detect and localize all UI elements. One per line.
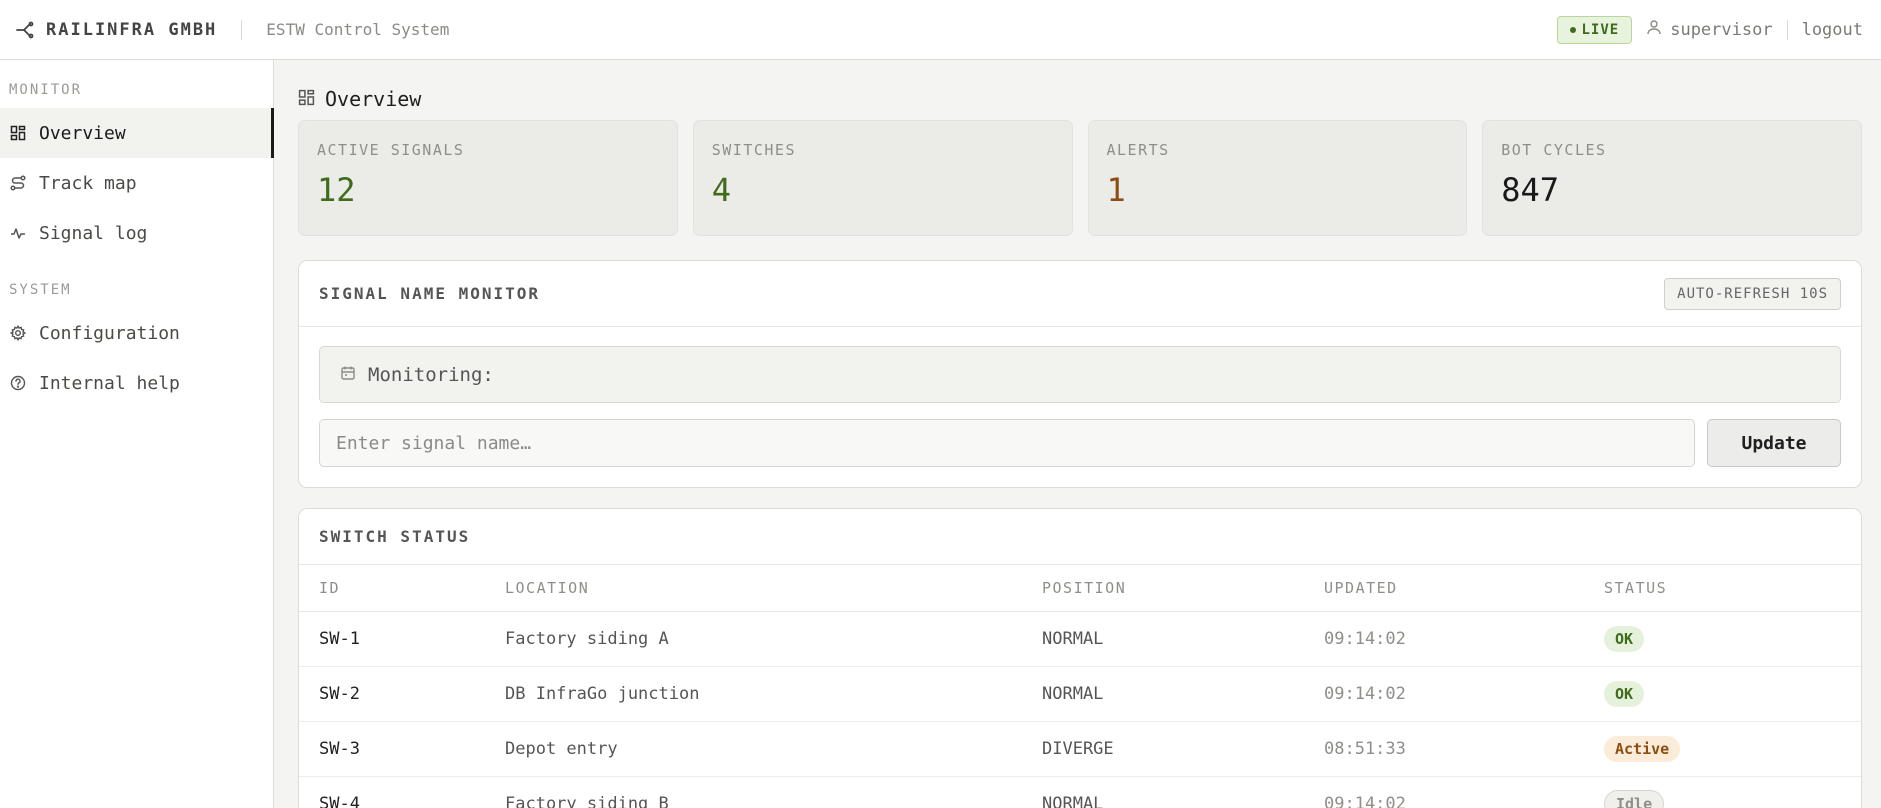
- sidebar-item-signal-log[interactable]: Signal log: [0, 208, 273, 258]
- status-badge: Active: [1604, 735, 1681, 762]
- table-row[interactable]: SW-3 Depot entry DIVERGE 08:51:33 Active: [299, 721, 1861, 777]
- system-subtitle: ESTW Control System: [266, 20, 450, 39]
- status-badge: OK: [1604, 625, 1645, 652]
- activity-icon: [9, 224, 27, 242]
- column-header: STATUS: [1584, 565, 1861, 612]
- signal-name-input[interactable]: [319, 419, 1695, 467]
- username: supervisor: [1670, 19, 1773, 40]
- live-label: LIVE: [1581, 21, 1620, 38]
- stat-value: 847: [1501, 171, 1560, 209]
- sidebar-item-label: Internal help: [39, 372, 180, 394]
- page-title: Overview: [298, 79, 1862, 119]
- brand: RAILINFRA GMBH ESTW Control System: [14, 19, 449, 41]
- top-bar: RAILINFRA GMBH ESTW Control System LIVE …: [0, 0, 1881, 60]
- column-header: LOCATION: [485, 565, 1022, 612]
- switch-updated: 09:14:02: [1304, 776, 1584, 808]
- switch-id: SW-3: [299, 721, 485, 777]
- nav-section-system: SYSTEM: [9, 282, 72, 298]
- sidebar-item-label: Overview: [39, 122, 126, 144]
- monitoring-display: Monitoring:: [319, 346, 1841, 403]
- switch-location: Factory siding A: [485, 611, 1022, 667]
- user-menu[interactable]: supervisor: [1646, 19, 1773, 40]
- switch-updated: 08:51:33: [1304, 721, 1584, 777]
- status-badge: OK: [1604, 680, 1645, 707]
- switch-id: SW-1: [299, 611, 485, 667]
- switch-status-table: ID LOCATION POSITION UPDATED STATUS SW-1…: [299, 565, 1861, 808]
- live-status-badge: LIVE: [1556, 15, 1633, 44]
- stat-card-bot-cycles: BOT CYCLES 847: [1482, 120, 1862, 236]
- sidebar-item-overview[interactable]: Overview: [0, 108, 274, 158]
- sidebar-item-label: Track map: [39, 172, 137, 194]
- switch-position: NORMAL: [1022, 776, 1304, 808]
- brand-name: RAILINFRA GMBH: [46, 19, 218, 40]
- sidebar-item-label: Configuration: [39, 322, 180, 344]
- signal-monitor-panel: SIGNAL NAME MONITOR AUTO-REFRESH 10S Mon…: [298, 260, 1862, 488]
- switch-position: DIVERGE: [1022, 721, 1304, 777]
- track-switch-icon: [14, 19, 36, 41]
- switch-position: NORMAL: [1022, 611, 1304, 667]
- switch-updated: 09:14:02: [1304, 666, 1584, 722]
- stat-card-active-signals: ACTIVE SIGNALS 12: [298, 120, 678, 236]
- stat-label: ALERTS: [1106, 141, 1170, 159]
- table-row[interactable]: SW-4 Factory siding B NORMAL 09:14:02 Id…: [299, 776, 1861, 808]
- table-row[interactable]: SW-2 DB InfraGo junction NORMAL 09:14:02…: [299, 666, 1861, 722]
- sidebar: MONITOR Overview Track map Signal log SY…: [0, 60, 274, 808]
- stats-row: ACTIVE SIGNALS 12 SWITCHES 4 ALERTS 1 BO…: [298, 120, 1862, 236]
- table-row[interactable]: SW-1 Factory siding A NORMAL 09:14:02 OK: [299, 611, 1861, 667]
- grid-icon: [9, 124, 27, 142]
- switch-id: SW-4: [299, 776, 485, 808]
- stat-label: ACTIVE SIGNALS: [317, 141, 465, 159]
- stat-label: BOT CYCLES: [1501, 141, 1607, 159]
- stat-card-switches: SWITCHES 4: [692, 120, 1073, 236]
- stat-value: 4: [711, 171, 732, 209]
- nav-section-monitor: MONITOR: [9, 82, 83, 98]
- stat-label: SWITCHES: [711, 141, 796, 159]
- calendar-icon: [340, 364, 356, 386]
- switch-location: Depot entry: [485, 721, 1022, 777]
- column-header: UPDATED: [1304, 565, 1584, 612]
- switch-location: Factory siding B: [485, 776, 1022, 808]
- logout-link[interactable]: logout: [1802, 20, 1863, 40]
- monitoring-label: Monitoring:: [368, 363, 494, 386]
- sidebar-item-label: Signal log: [39, 222, 148, 244]
- header-divider: [1786, 19, 1788, 40]
- auto-refresh-badge: AUTO-REFRESH 10S: [1664, 277, 1841, 310]
- switch-id: SW-2: [299, 666, 485, 722]
- switch-position: NORMAL: [1022, 666, 1304, 722]
- status-badge: Idle: [1604, 789, 1665, 808]
- switch-status-panel: SWITCH STATUS ID LOCATION POSITION UPDAT…: [298, 508, 1862, 808]
- panel-title: SIGNAL NAME MONITOR: [319, 284, 541, 303]
- user-icon: [1646, 19, 1662, 40]
- route-icon: [9, 174, 27, 192]
- sidebar-item-internal-help[interactable]: Internal help: [0, 358, 273, 408]
- stat-value: 1: [1106, 171, 1126, 209]
- help-circle-icon: [9, 374, 27, 392]
- brand-divider: [241, 19, 243, 40]
- sidebar-item-track-map[interactable]: Track map: [0, 158, 273, 208]
- switch-location: DB InfraGo junction: [485, 666, 1022, 722]
- sidebar-item-configuration[interactable]: Configuration: [0, 308, 273, 358]
- column-header: POSITION: [1022, 565, 1304, 612]
- panel-title: SWITCH STATUS: [319, 527, 471, 546]
- grid-icon: [298, 87, 315, 111]
- main-content: Overview ACTIVE SIGNALS 12 SWITCHES 4 AL…: [298, 60, 1862, 808]
- gear-icon: [9, 324, 27, 342]
- column-header: ID: [299, 565, 485, 612]
- stat-value: 12: [317, 171, 356, 209]
- switch-updated: 09:14:02: [1304, 611, 1584, 667]
- update-button[interactable]: Update: [1707, 419, 1841, 467]
- stat-card-alerts: ALERTS 1: [1087, 120, 1468, 236]
- page-title-text: Overview: [325, 87, 422, 111]
- live-dot-icon: [1569, 26, 1576, 33]
